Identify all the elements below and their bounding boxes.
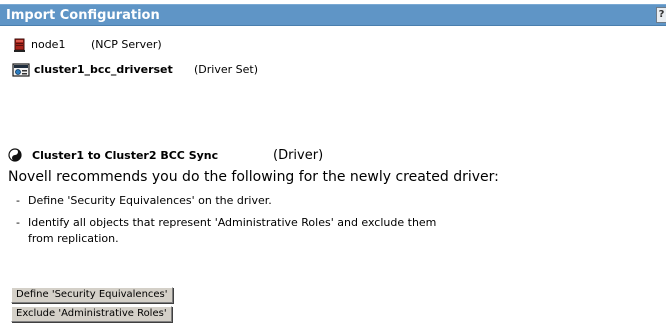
driver-set-icon [12,62,30,78]
page-title: Import Configuration [6,8,160,23]
driver-type: (Driver) [273,148,324,163]
help-icon[interactable]: ? [656,7,666,23]
list-item-text: Identify all objects that represent 'Adm… [28,216,437,245]
driverset-type: (Driver Set) [194,63,258,76]
list-item: - Define 'Security Equivalences' on the … [16,194,272,207]
driver-icon [8,148,24,164]
exclude-administrative-roles-button[interactable]: Exclude 'Administrative Roles' [11,306,172,322]
list-item-text: Define 'Security Equivalences' on the dr… [28,194,272,207]
recommendation-intro: Novell recommends you do the following f… [8,169,499,185]
node-name: node1 [31,38,66,51]
list-item: - Identify all objects that represent 'A… [16,216,437,245]
recommendation-list: - Define 'Security Equivalences' on the … [16,193,458,247]
node-type: (NCP Server) [91,38,162,51]
define-security-equivalences-button[interactable]: Define 'Security Equivalences' [11,287,173,303]
driver-name: Cluster1 to Cluster2 BCC Sync [32,149,219,162]
title-bar: Import Configuration ? [0,4,666,26]
server-icon [12,37,28,53]
driverset-name: cluster1_bcc_driverset [34,63,173,76]
